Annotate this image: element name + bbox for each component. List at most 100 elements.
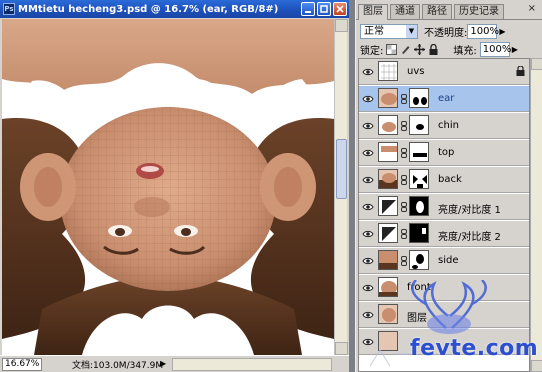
- visibility-eye-icon[interactable]: [362, 282, 374, 294]
- layer-name: top: [438, 147, 455, 158]
- zoom-field[interactable]: 16.67%: [2, 357, 42, 371]
- scroll-down-button[interactable]: [531, 360, 542, 372]
- visibility-eye-icon[interactable]: [362, 66, 374, 78]
- document-title-bar[interactable]: Ps MMtietu hecheng3.psd @ 16.7% (ear, RG…: [0, 0, 349, 18]
- layer-thumbnail: [378, 277, 398, 297]
- lock-transparency-icon[interactable]: [386, 43, 398, 55]
- visibility-eye-icon[interactable]: [362, 174, 374, 186]
- scroll-up-button[interactable]: [335, 19, 348, 32]
- fill-field[interactable]: 100%: [479, 41, 511, 57]
- lock-pixels-icon[interactable]: [400, 44, 411, 55]
- photoshop-document-icon: Ps: [3, 3, 15, 15]
- blend-mode-value: 正常: [364, 25, 384, 37]
- opacity-field[interactable]: 100%: [467, 23, 499, 39]
- image-canvas[interactable]: [2, 19, 334, 355]
- visibility-eye-icon[interactable]: [362, 93, 374, 105]
- document-status-bar: 16.67% 文档:103.0M/347.9M ▶: [0, 355, 349, 372]
- layer-name: ear: [438, 93, 455, 104]
- link-chain-icon[interactable]: [401, 175, 407, 185]
- layer-mask-thumbnail[interactable]: [409, 115, 429, 135]
- layer-row-side[interactable]: side: [359, 248, 529, 274]
- layer-thumbnail: [378, 331, 398, 351]
- visibility-eye-icon[interactable]: [362, 228, 374, 240]
- layer-name: 亮度/对比度 1: [438, 205, 501, 216]
- minimize-button[interactable]: [301, 2, 315, 16]
- layer-thumbnail: [378, 142, 398, 162]
- layer-mask-thumbnail[interactable]: [409, 169, 429, 189]
- tab-channels[interactable]: 通道: [390, 4, 420, 19]
- layer-name: uvs: [407, 66, 425, 77]
- opacity-label: 不透明度:: [424, 27, 468, 39]
- tab-paths[interactable]: 路径: [422, 4, 452, 19]
- status-menu-arrow-icon[interactable]: ▶: [160, 359, 166, 368]
- panel-close-icon[interactable]: ×: [528, 3, 536, 14]
- chevron-down-icon: ▼: [406, 24, 417, 38]
- layer-name: side: [438, 255, 459, 266]
- layer-row-chin[interactable]: chin: [359, 113, 529, 139]
- link-chain-icon[interactable]: [401, 256, 407, 266]
- blend-opacity-row: 正常 ▼ 不透明度: 100% ▶: [360, 23, 540, 39]
- visibility-eye-icon[interactable]: [362, 309, 374, 321]
- layer-mask-thumbnail[interactable]: [409, 142, 429, 162]
- link-chain-icon[interactable]: [401, 148, 407, 158]
- layer-thumbnail: [378, 169, 398, 189]
- uv-texture-image: [2, 19, 334, 355]
- layer-name: 亮度/对比度 2: [438, 232, 501, 243]
- layer-thumbnail: [378, 304, 398, 324]
- tab-layers[interactable]: 图层: [358, 4, 388, 20]
- layer-mask-thumbnail[interactable]: [409, 223, 429, 243]
- visibility-eye-icon[interactable]: [362, 336, 374, 348]
- lock-fill-row: 锁定: 填充: 100% ▶: [360, 41, 540, 57]
- visibility-eye-icon[interactable]: [362, 201, 374, 213]
- layer-name: back: [438, 174, 462, 185]
- layer-row-brightness-contrast-2[interactable]: 亮度/对比度 2: [359, 221, 529, 247]
- layer-mask-thumbnail[interactable]: [409, 250, 429, 270]
- layer-row-top[interactable]: top: [359, 140, 529, 166]
- close-button[interactable]: [333, 2, 347, 16]
- layer-name: 图层: [407, 313, 427, 324]
- layer-name: front: [407, 282, 431, 293]
- scroll-down-button[interactable]: [335, 342, 348, 355]
- layer-row-partial[interactable]: [359, 329, 529, 355]
- layer-row-back[interactable]: back: [359, 167, 529, 193]
- layer-thumbnail: [378, 88, 398, 108]
- opacity-slider-icon[interactable]: ▶: [499, 27, 505, 36]
- lock-position-icon[interactable]: [414, 43, 426, 55]
- minimize-icon: [305, 11, 311, 13]
- link-chain-icon[interactable]: [401, 229, 407, 239]
- adjustment-layer-icon: [378, 196, 398, 216]
- link-chain-icon[interactable]: [401, 94, 407, 104]
- canvas-vertical-scrollbar[interactable]: [334, 19, 348, 355]
- scroll-up-button[interactable]: [531, 58, 542, 70]
- document-window: Ps MMtietu hecheng3.psd @ 16.7% (ear, RG…: [0, 0, 349, 372]
- link-chain-icon[interactable]: [401, 202, 407, 212]
- layers-scrollbar[interactable]: [530, 58, 542, 372]
- canvas-horizontal-scrollbar[interactable]: [172, 358, 332, 371]
- layer-row-brightness-contrast-1[interactable]: 亮度/对比度 1: [359, 194, 529, 220]
- document-title: MMtietu hecheng3.psd @ 16.7% (ear, RGB/8…: [18, 3, 279, 15]
- maximize-icon: [320, 5, 328, 13]
- layer-thumbnail: [378, 115, 398, 135]
- panel-tabs: 图层 通道 路径 历史记录: [356, 4, 542, 20]
- layer-thumbnail: [378, 250, 398, 270]
- link-chain-icon[interactable]: [401, 121, 407, 131]
- visibility-eye-icon[interactable]: [362, 147, 374, 159]
- visibility-eye-icon[interactable]: [362, 120, 374, 132]
- fill-slider-icon[interactable]: ▶: [512, 45, 518, 54]
- layer-mask-thumbnail[interactable]: [409, 88, 429, 108]
- layers-list[interactable]: uvs ear chin top back 亮度/对比度 1 亮度/对比度 2 …: [358, 58, 530, 372]
- layer-row-bottom[interactable]: 图层: [359, 302, 529, 328]
- maximize-button[interactable]: [317, 2, 331, 16]
- lock-all-icon[interactable]: [428, 43, 439, 55]
- scroll-thumb[interactable]: [336, 139, 347, 199]
- document-size-info: 文档:103.0M/347.9M: [72, 360, 164, 371]
- tab-history[interactable]: 历史记录: [454, 4, 504, 19]
- layer-row-front[interactable]: front: [359, 275, 529, 301]
- close-icon: [336, 5, 344, 13]
- layer-row-ear[interactable]: ear: [359, 86, 529, 112]
- blend-mode-select[interactable]: 正常 ▼: [360, 23, 418, 39]
- layer-mask-thumbnail[interactable]: [409, 196, 429, 216]
- visibility-eye-icon[interactable]: [362, 255, 374, 267]
- lock-label: 锁定:: [360, 45, 384, 57]
- layer-row-uvs[interactable]: uvs: [359, 59, 529, 85]
